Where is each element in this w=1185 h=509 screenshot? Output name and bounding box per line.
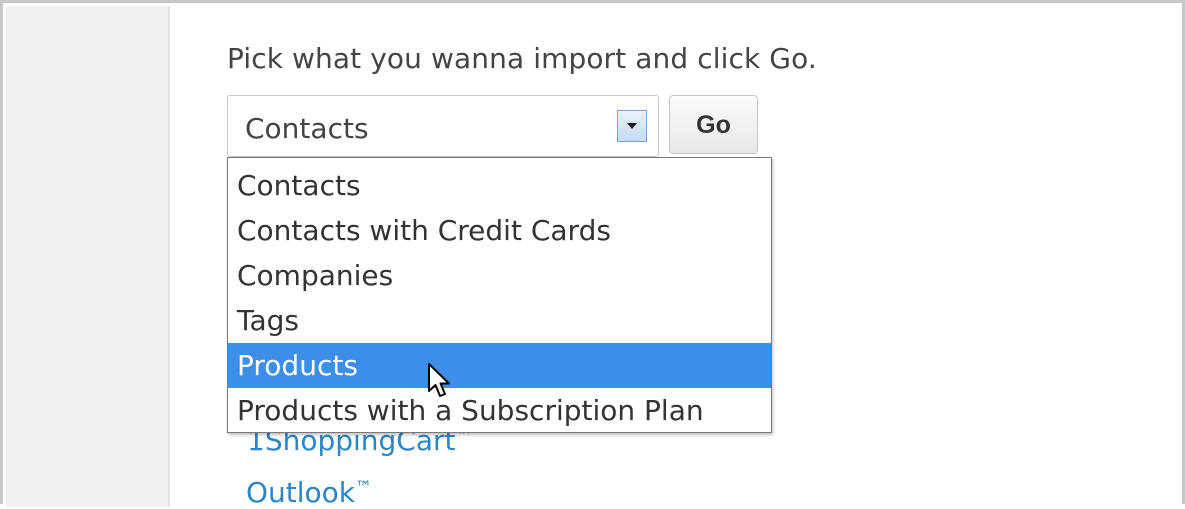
option-products-with-subscription-plan[interactable]: Products with a Subscription Plan <box>228 388 771 433</box>
link-outlook[interactable]: Outlook™ <box>246 476 372 509</box>
instruction-text: Pick what you wanna import and click Go. <box>227 42 817 75</box>
option-tags[interactable]: Tags <box>228 298 771 343</box>
option-contacts[interactable]: Contacts <box>228 163 771 208</box>
trademark-mark: ™ <box>355 478 373 498</box>
link-label: Outlook <box>246 476 356 509</box>
dropdown-options-list: Contacts Contacts with Credit Cards Comp… <box>227 157 772 433</box>
option-companies[interactable]: Companies <box>228 253 771 298</box>
chevron-down-icon[interactable] <box>617 110 647 142</box>
option-contacts-with-credit-cards[interactable]: Contacts with Credit Cards <box>228 208 771 253</box>
left-sidebar <box>6 6 170 507</box>
go-button[interactable]: Go <box>669 95 758 154</box>
select-current-value: Contacts <box>245 112 369 145</box>
mouse-pointer-icon <box>428 363 450 397</box>
option-products[interactable]: Products <box>228 343 771 388</box>
import-type-select[interactable]: Contacts <box>227 95 659 157</box>
